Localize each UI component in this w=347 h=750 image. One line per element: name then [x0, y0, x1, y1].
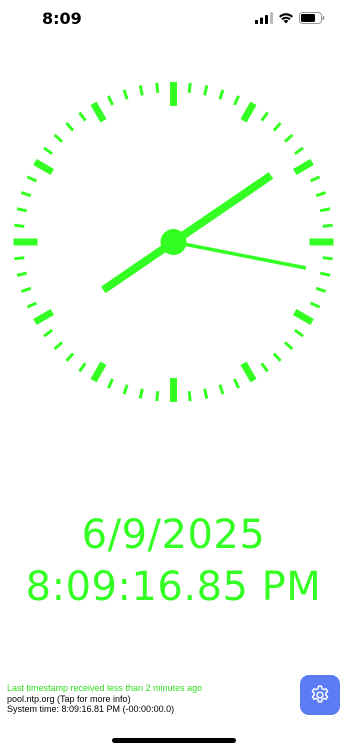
clock-face [13, 82, 334, 402]
status-time: 8:09 [42, 9, 82, 28]
minute-tick [283, 341, 294, 351]
minute-tick [26, 301, 38, 309]
minute-tick [272, 352, 282, 362]
hour-tick [240, 361, 257, 383]
minute-tick [309, 301, 321, 309]
minute-hand [101, 172, 274, 294]
minute-tick [260, 362, 269, 373]
minute-tick [293, 146, 304, 156]
gear-icon [311, 685, 329, 703]
minute-tick [272, 122, 282, 132]
minute-tick [138, 388, 144, 399]
hour-tick [90, 361, 107, 383]
minute-tick [155, 391, 160, 402]
minute-tick [53, 133, 64, 143]
minute-tick [322, 256, 333, 261]
status-icons [255, 12, 325, 24]
hour-tick [292, 308, 314, 326]
minute-tick [43, 146, 54, 156]
minute-tick [78, 111, 87, 122]
minute-tick [78, 362, 87, 373]
minute-tick [283, 133, 294, 143]
status-bar: 8:09 [0, 0, 347, 40]
hour-tick [240, 101, 257, 123]
minute-tick [65, 122, 75, 132]
minute-tick [187, 391, 192, 402]
minute-tick [233, 378, 240, 389]
minute-tick [20, 191, 32, 198]
minute-tick [155, 82, 160, 93]
minute-tick [315, 191, 327, 198]
minute-tick [107, 95, 114, 106]
hour-tick [33, 158, 55, 176]
minute-tick [138, 85, 144, 96]
clock-hub [160, 229, 187, 255]
minute-tick [65, 352, 75, 362]
minute-tick [319, 207, 331, 213]
minute-tick [319, 271, 331, 277]
minute-tick [26, 175, 38, 183]
minute-tick [20, 286, 32, 293]
minute-tick [203, 388, 209, 399]
sync-info[interactable]: Last timestamp received less than 2 minu… [7, 683, 202, 715]
date-display: 6/9/2025 [81, 512, 266, 558]
minute-tick [203, 85, 209, 96]
last-timestamp-text: Last timestamp received less than 2 minu… [7, 683, 203, 693]
minute-tick [233, 95, 240, 106]
minute-tick [122, 384, 129, 395]
minute-tick [315, 286, 327, 293]
analog-clock [0, 72, 347, 412]
hour-tick [292, 158, 314, 176]
minute-tick [122, 89, 129, 100]
server-info-link[interactable]: pool.ntp.org (Tap for more info) [7, 694, 202, 705]
minute-tick [53, 341, 64, 351]
hour-tick [33, 308, 55, 326]
minute-tick [43, 328, 54, 338]
minute-tick [218, 89, 225, 100]
minute-tick [322, 223, 333, 228]
settings-button[interactable] [300, 675, 340, 715]
wifi-icon [279, 13, 293, 24]
cellular-signal-icon [255, 12, 273, 24]
minute-tick [218, 384, 225, 395]
minute-tick [293, 328, 304, 338]
minute-tick [187, 82, 192, 93]
hour-tick [90, 101, 107, 123]
battery-icon [299, 12, 325, 24]
time-display: 8:09:16.85 PM [25, 564, 322, 610]
minute-tick [107, 378, 114, 389]
minute-tick [14, 223, 25, 228]
minute-tick [260, 111, 269, 122]
minute-tick [16, 207, 28, 213]
home-indicator [112, 738, 236, 743]
second-hand [173, 240, 307, 270]
minute-tick [16, 271, 28, 277]
minute-tick [309, 175, 321, 183]
system-time-text: System time: 8:09:16.81 PM (-00:00:00.0) [7, 704, 175, 714]
minute-tick [14, 256, 25, 261]
